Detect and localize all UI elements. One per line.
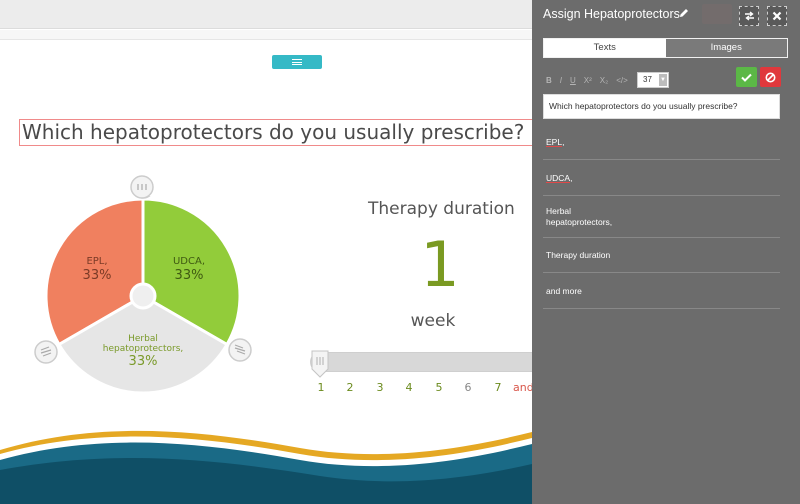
hamburger-icon <box>292 59 302 65</box>
decorative-wave <box>0 430 532 504</box>
chevron-down-icon: ▼ <box>659 74 667 86</box>
code-button[interactable]: </> <box>616 76 628 85</box>
duration-ticks: 1 2 3 4 5 6 7 and more <box>309 381 533 395</box>
pie-label-herbal: Herbal hepatoprotectors, 33% <box>98 334 188 370</box>
duration-value: 1 <box>420 228 460 301</box>
answer-item[interactable]: EPL, <box>543 124 780 160</box>
swap-icon <box>744 11 754 21</box>
check-icon <box>741 73 752 82</box>
editor-top-bar <box>0 0 532 29</box>
pie-center-knob <box>129 282 157 310</box>
bold-button[interactable]: B <box>546 76 552 85</box>
assign-panel: Assign Hepatoprotectors Texts Images B I… <box>532 0 800 504</box>
answer-item[interactable]: UDCA, <box>543 160 780 196</box>
tab-images[interactable]: Images <box>665 39 787 57</box>
format-toolbar: B I U X² X₂ </> <box>546 74 628 86</box>
slide-question-title[interactable]: Which hepatoprotectors do you usually pr… <box>19 119 532 146</box>
close-button[interactable] <box>767 6 787 26</box>
answer-item[interactable]: and more <box>543 273 780 309</box>
confirm-button[interactable] <box>736 67 757 87</box>
grip-handle-left[interactable] <box>32 339 60 365</box>
answer-label: UDCA, <box>546 172 573 183</box>
cancel-button[interactable] <box>760 67 781 87</box>
tab-texts[interactable]: Texts <box>544 39 666 57</box>
duration-title: Therapy duration <box>368 199 515 219</box>
answer-list: EPL, UDCA, Herbal hepatoprotectors, Ther… <box>543 124 780 309</box>
close-icon <box>772 11 782 21</box>
superscript-button[interactable]: X² <box>584 76 592 85</box>
underline-button[interactable]: U <box>570 76 576 85</box>
answer-label: EPL, <box>546 136 565 147</box>
ban-icon <box>765 72 776 82</box>
answer-label: Therapy duration <box>546 250 611 260</box>
slice-label: EPL, <box>86 256 108 267</box>
pie-label-udca: UDCA, 33% <box>152 256 226 284</box>
slice-label: UDCA, <box>172 256 206 267</box>
answer-item[interactable]: Therapy duration <box>543 238 780 273</box>
answer-label: Herbal hepatoprotectors, <box>546 205 613 227</box>
duration-slider-track[interactable] <box>310 352 532 372</box>
font-size-value: 37 <box>643 75 652 84</box>
slide-menu-handle[interactable] <box>272 55 322 69</box>
slice-percent: 33% <box>128 354 158 369</box>
tick-3[interactable]: 3 <box>373 381 387 394</box>
tick-6[interactable]: 6 <box>461 381 475 394</box>
tick-1[interactable]: 1 <box>314 381 328 394</box>
slice-percent: 33% <box>174 268 204 283</box>
tick-4[interactable]: 4 <box>402 381 416 394</box>
ghost-button <box>702 4 732 24</box>
panel-tabs: Texts Images <box>543 38 788 58</box>
answer-label: and more <box>546 285 582 296</box>
font-size-select[interactable]: 37 ▼ <box>637 72 669 88</box>
tick-7[interactable]: 7 <box>491 381 505 394</box>
tick-5[interactable]: 5 <box>432 381 446 394</box>
italic-button[interactable]: I <box>560 76 562 85</box>
pie-label-epl: EPL, 33% <box>60 256 134 284</box>
tick-2[interactable]: 2 <box>343 381 357 394</box>
tick-and-more[interactable]: and more <box>513 381 532 394</box>
answer-item[interactable]: Herbal hepatoprotectors, <box>543 196 780 238</box>
pencil-icon[interactable] <box>679 8 689 18</box>
duration-slider-thumb[interactable] <box>310 349 330 379</box>
question-text-input[interactable]: Which hepatoprotectors do you usually pr… <box>543 94 780 119</box>
slice-label: Herbal hepatoprotectors, <box>102 334 184 354</box>
grip-handle-top[interactable] <box>128 175 156 199</box>
panel-title: Assign Hepatoprotectors <box>543 7 680 21</box>
slice-percent: 33% <box>82 268 112 283</box>
answer-pie-chart <box>44 196 242 395</box>
grip-handle-right[interactable] <box>226 337 254 363</box>
slide-canvas: Which hepatoprotectors do you usually pr… <box>0 0 532 504</box>
duration-unit: week <box>410 311 456 331</box>
swap-button[interactable] <box>739 6 759 26</box>
editor-sub-bar <box>0 30 532 40</box>
subscript-button[interactable]: X₂ <box>600 76 608 85</box>
